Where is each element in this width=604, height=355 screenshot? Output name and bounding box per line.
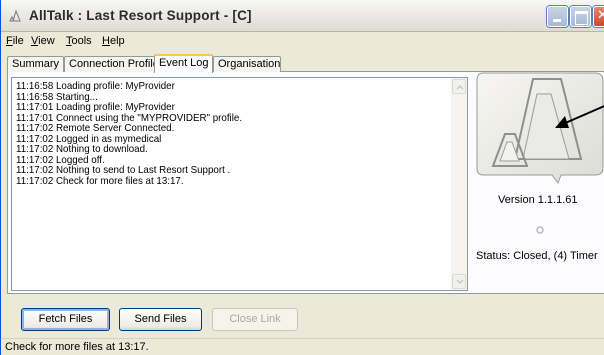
tab-organisation[interactable]: Organisation <box>213 56 281 72</box>
alltalk-logo <box>475 72 604 185</box>
minimize-button[interactable] <box>547 6 568 27</box>
menu-bar: File View Tools Help <box>1 33 604 50</box>
tab-connection-profiles[interactable]: Connection Profiles <box>64 56 164 72</box>
close-button[interactable] <box>593 6 604 27</box>
menu-help[interactable]: Help <box>102 35 125 47</box>
log-scrollbar[interactable] <box>451 78 467 290</box>
scroll-down-button[interactable] <box>452 274 466 289</box>
scroll-up-button[interactable] <box>452 79 466 94</box>
app-window: AllTalk : Last Resort Support - [C] File… <box>0 0 604 355</box>
tab-event-log[interactable]: Event Log <box>154 54 213 73</box>
version-label: Version 1.1.1.61 <box>498 194 578 206</box>
status-bar-text: Check for more files at 13:17. <box>5 341 149 353</box>
tab-summary[interactable]: Summary <box>7 56 64 72</box>
menu-view[interactable]: View <box>31 35 55 47</box>
menu-file[interactable]: File <box>6 35 24 47</box>
log-line: 11:17:02 Check for more files at 13:17. <box>16 174 184 187</box>
close-link-button: Close Link <box>212 308 298 331</box>
scroll-down-arrow-icon <box>456 279 464 285</box>
activity-spinner-icon <box>536 226 544 234</box>
app-logo-icon <box>8 8 24 24</box>
fetch-files-button[interactable]: Fetch Files <box>21 308 110 331</box>
tab-strip: Summary Connection Profiles Event Log Or… <box>7 54 467 73</box>
event-log-list[interactable]: 11:16:58 Loading profile: MyProvider 11:… <box>11 77 468 291</box>
event-log-lines: 11:16:58 Loading profile: MyProvider 11:… <box>16 81 449 186</box>
connection-status: Status: Closed, (4) Timer <box>476 250 598 262</box>
status-bar: Check for more files at 13:17. <box>1 338 604 355</box>
send-files-button[interactable]: Send Files <box>119 308 202 331</box>
maximize-button[interactable] <box>570 6 591 27</box>
window-title: AllTalk : Last Resort Support - [C] <box>29 8 252 23</box>
menu-tools[interactable]: Tools <box>66 35 92 47</box>
title-bar[interactable]: AllTalk : Last Resort Support - [C] <box>1 0 604 32</box>
arrow-pointer-icon <box>555 105 604 128</box>
scroll-up-arrow-icon <box>456 84 464 90</box>
